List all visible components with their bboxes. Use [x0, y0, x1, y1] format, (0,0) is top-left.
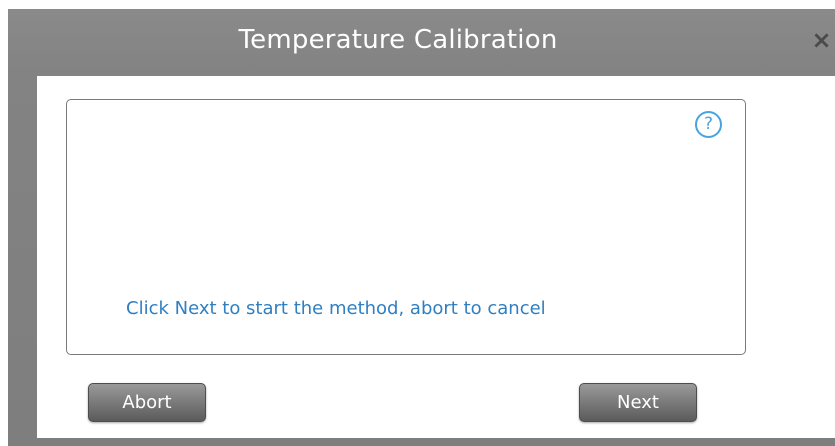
next-button[interactable]: Next [579, 383, 697, 422]
message-panel: ? Click Next to start the method, abort … [66, 99, 746, 355]
instruction-message: Click Next to start the method, abort to… [126, 298, 546, 319]
abort-button[interactable]: Abort [88, 383, 206, 422]
help-icon[interactable]: ? [695, 111, 722, 138]
close-icon[interactable]: × [808, 25, 835, 55]
dialog-content: ? Click Next to start the method, abort … [37, 76, 835, 438]
dialog-title: Temperature Calibration [238, 25, 558, 55]
calibration-dialog: Temperature Calibration × ? Click Next t… [8, 9, 835, 446]
